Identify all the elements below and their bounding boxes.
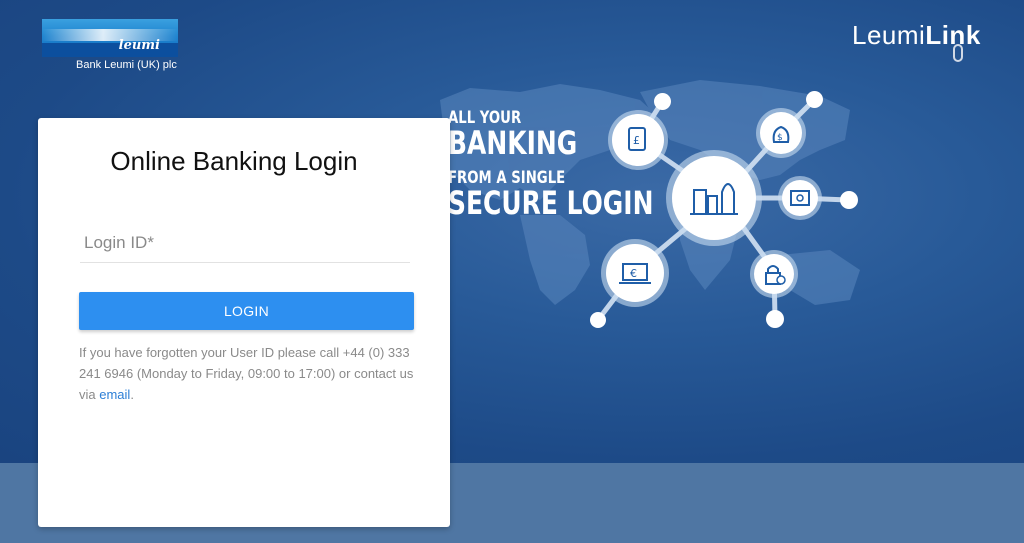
pound-card-icon: £ [628, 127, 646, 151]
hero-line-4: SECURE LOGIN [448, 184, 654, 222]
login-button[interactable]: LOGIN [79, 292, 414, 330]
person-icon [654, 93, 671, 110]
person-icon [840, 191, 858, 209]
safe-node [782, 180, 818, 216]
login-card: Online Banking Login LOGIN If you have f… [38, 118, 450, 527]
person-icon [590, 312, 606, 328]
money-bag-icon: $ [772, 125, 790, 143]
svg-text:£: £ [633, 134, 640, 147]
hero-line-2: BANKING [448, 124, 578, 162]
safe-icon [790, 190, 810, 206]
svg-text:€: € [630, 267, 637, 280]
logo-text: leumi [118, 38, 160, 53]
page-title: Online Banking Login [110, 146, 358, 176]
padlock-node [754, 254, 794, 294]
euro-laptop-icon: € [619, 263, 651, 284]
bank-logo[interactable]: leumi [42, 19, 178, 59]
help-suffix: . [130, 387, 134, 402]
euro-laptop-node: € [606, 244, 664, 302]
email-link[interactable]: email [99, 387, 130, 402]
padlock-globe-icon [765, 265, 786, 285]
svg-text:$: $ [777, 133, 783, 143]
brand-light: Leumi [852, 20, 926, 50]
pound-card-node: £ [612, 114, 664, 166]
person-icon [766, 310, 784, 328]
login-id-input[interactable] [80, 223, 410, 263]
hub-center-node [672, 156, 756, 240]
bank-subtitle: Bank Leumi (UK) plc [76, 59, 177, 71]
paperclip-icon [953, 44, 963, 62]
help-text: If you have forgotten your User ID pleas… [79, 342, 419, 405]
buildings-icon [690, 183, 738, 215]
person-icon [806, 91, 823, 108]
money-bag-node: $ [760, 112, 802, 154]
